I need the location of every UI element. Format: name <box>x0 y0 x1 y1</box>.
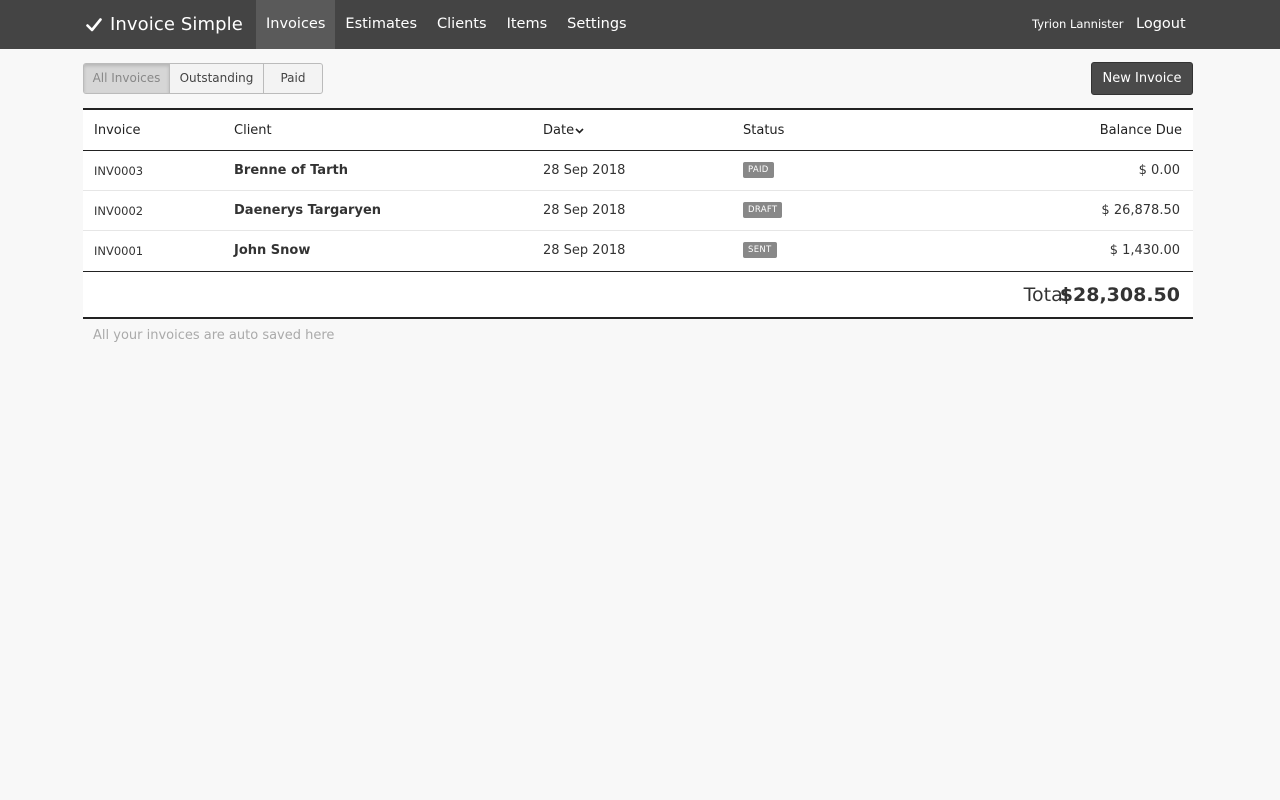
autosave-note: All your invoices are auto saved here <box>93 328 335 343</box>
status-badge: SENT <box>743 242 777 258</box>
column-header-date-label: Date <box>543 123 575 138</box>
invoice-date: 28 Sep 2018 <box>543 163 626 178</box>
nav-settings[interactable]: Settings <box>557 0 636 49</box>
status-cell: SENT <box>743 231 777 271</box>
brand-logo[interactable]: Invoice Simple <box>86 0 243 49</box>
invoice-number: INV0003 <box>94 164 144 178</box>
nav-invoices[interactable]: Invoices <box>256 0 336 49</box>
balance-due: $ 1,430.00 <box>1109 243 1180 258</box>
filter-all-invoices-button[interactable]: All Invoices <box>84 64 170 93</box>
nav-clients[interactable]: Clients <box>427 0 497 49</box>
client-name: Daenerys Targaryen <box>234 203 382 218</box>
total-row: Total $28,308.50 <box>83 271 1193 319</box>
column-header-invoice[interactable]: Invoice <box>94 110 140 151</box>
client-name: Brenne of Tarth <box>234 163 348 178</box>
total-value: $28,308.50 <box>1059 284 1180 306</box>
checkmark-icon <box>86 17 102 31</box>
balance-due: $ 0.00 <box>1138 163 1180 178</box>
column-header-balance-due[interactable]: Balance Due <box>1100 110 1182 151</box>
chevron-down-icon <box>575 127 584 134</box>
nav-items[interactable]: Items <box>497 0 558 49</box>
invoices-table: Invoice Client Date Status Balance Due I… <box>83 108 1193 319</box>
table-header: Invoice Client Date Status Balance Due <box>83 110 1193 151</box>
table-row[interactable]: INV0001 John Snow 28 Sep 2018 SENT $ 1,4… <box>83 231 1193 271</box>
column-header-status[interactable]: Status <box>743 110 784 151</box>
filter-outstanding-button[interactable]: Outstanding <box>170 64 264 93</box>
status-badge: DRAFT <box>743 202 783 218</box>
invoice-filter-group: All Invoices Outstanding Paid <box>83 63 323 94</box>
client-name: John Snow <box>234 243 311 258</box>
logout-link[interactable]: Logout <box>1136 0 1186 49</box>
invoice-number: INV0001 <box>94 244 144 258</box>
status-cell: DRAFT <box>743 191 783 231</box>
invoice-date: 28 Sep 2018 <box>543 203 626 218</box>
status-cell: PAID <box>743 151 774 191</box>
user-name[interactable]: Tyrion Lannister <box>1032 0 1123 49</box>
filter-paid-button[interactable]: Paid <box>264 64 322 93</box>
column-header-date[interactable]: Date <box>543 110 584 151</box>
table-row[interactable]: INV0002 Daenerys Targaryen 28 Sep 2018 D… <box>83 191 1193 231</box>
brand-name: Invoice Simple <box>110 14 243 35</box>
table-row[interactable]: INV0003 Brenne of Tarth 28 Sep 2018 PAID… <box>83 151 1193 191</box>
column-header-client[interactable]: Client <box>234 110 272 151</box>
status-badge: PAID <box>743 162 774 178</box>
nav-estimates[interactable]: Estimates <box>335 0 427 49</box>
invoice-number: INV0002 <box>94 204 144 218</box>
invoice-date: 28 Sep 2018 <box>543 243 626 258</box>
main-nav: Invoices Estimates Clients Items Setting… <box>256 0 637 49</box>
new-invoice-button[interactable]: New Invoice <box>1091 62 1193 95</box>
balance-due: $ 26,878.50 <box>1101 203 1180 218</box>
top-navbar: Invoice Simple Invoices Estimates Client… <box>0 0 1280 49</box>
